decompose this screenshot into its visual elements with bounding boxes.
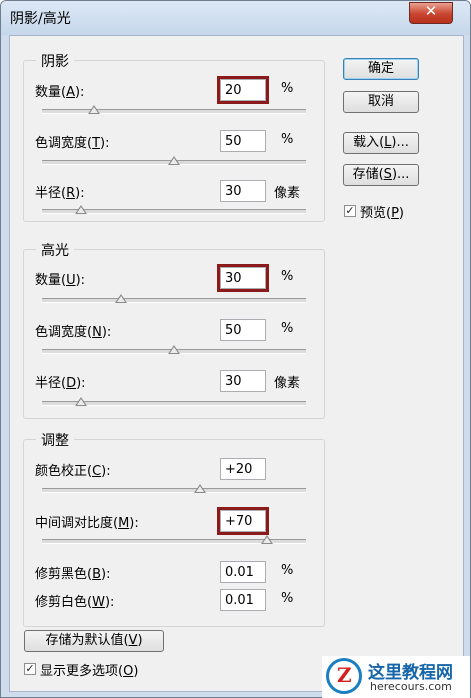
site-watermark-logo: Z 这里教程网 herecours.com [322,656,470,698]
shadows-amount-thumb[interactable] [88,105,100,114]
color-correction-thumb[interactable] [194,484,206,493]
close-button[interactable]: ✕ [409,2,453,24]
highlights-radius-input[interactable]: 30 [220,370,266,392]
color-correction-label: 颜色校正(C): [35,464,111,479]
highlights-radius-thumb[interactable] [75,397,87,406]
title-bar[interactable]: 阴影/高光 ✕ [1,1,470,35]
adjustments-group-title: 调整 [36,430,74,450]
checkmark-icon: ✓ [25,662,35,675]
midtone-contrast-input[interactable]: +70 [220,510,266,532]
shadows-tonal-width-unit: % [281,132,294,147]
window-title: 阴影/高光 [10,11,71,27]
shadows-group: 阴影 数量(A): 20 % 色调宽度(T): 50 % 半径(R): 30 像… [23,51,325,222]
white-clip-input[interactable]: 0.01 [220,589,266,611]
highlights-tonal-width-unit: % [281,321,294,336]
dialog-window: 阴影/高光 ✕ 阴影 数量(A): 20 % 色调宽度(T): 50 % 半径(… [0,0,471,698]
shadows-radius-unit: 像素 [274,186,301,201]
black-clip-unit: % [281,563,294,578]
shadows-radius-label: 半径(R): [35,186,85,201]
highlights-radius-label: 半径(D): [35,376,86,391]
highlights-amount-slider[interactable] [42,298,306,303]
preview-label[interactable]: 预览(P) [360,202,404,221]
midtone-contrast-label: 中间调对比度(M): [35,516,139,531]
highlights-tonal-width-label: 色调宽度(N): [35,325,112,340]
logo-icon: Z [326,658,362,694]
logo-url: herecours.com [370,680,452,693]
close-icon: ✕ [424,2,438,20]
cancel-button[interactable]: 取消 [343,91,419,113]
color-correction-input[interactable]: +20 [220,458,266,480]
more-options-checkbox[interactable]: ✓ [24,663,36,675]
shadows-radius-thumb[interactable] [75,205,87,214]
shadows-group-title: 阴影 [36,51,74,71]
load-button[interactable]: 载入(L)... [343,132,419,154]
highlights-group-title: 高光 [36,240,74,260]
white-clip-label: 修剪白色(W): [35,595,115,610]
highlights-group: 高光 数量(U): 30 % 色调宽度(N): 50 % 半径(D): 30 像… [23,240,325,419]
more-options-label[interactable]: 显示更多选项(O) [40,660,138,679]
white-clip-unit: % [281,591,294,606]
ok-button[interactable]: 确定 [343,58,419,80]
shadows-amount-label: 数量(A): [35,85,85,100]
highlights-amount-unit: % [281,269,294,284]
shadows-radius-input[interactable]: 30 [220,180,266,202]
shadows-tonal-width-label: 色调宽度(T): [35,136,110,151]
midtone-contrast-thumb[interactable] [261,535,273,544]
save-as-default-button[interactable]: 存储为默认值(V) [24,630,164,652]
shadows-amount-input[interactable]: 20 [220,79,266,101]
shadows-amount-unit: % [281,81,294,96]
highlights-radius-unit: 像素 [274,376,301,391]
highlights-tonal-width-thumb[interactable] [168,345,180,354]
preview-checkbox[interactable]: ✓ [344,205,356,217]
color-correction-slider[interactable] [42,488,306,493]
shadows-amount-slider[interactable] [42,109,306,114]
dialog-body: 阴影 数量(A): 20 % 色调宽度(T): 50 % 半径(R): 30 像… [9,35,464,692]
shadows-tonal-width-thumb[interactable] [168,156,180,165]
highlights-amount-input[interactable]: 30 [220,267,266,289]
shadows-tonal-width-input[interactable]: 50 [220,130,266,152]
highlights-amount-thumb[interactable] [115,294,127,303]
black-clip-label: 修剪黑色(B): [35,567,111,582]
black-clip-input[interactable]: 0.01 [220,561,266,583]
highlights-amount-label: 数量(U): [35,273,86,288]
adjustments-group: 调整 颜色校正(C): +20 中间调对比度(M): +70 修剪黑色(B): … [23,430,325,627]
highlights-tonal-width-input[interactable]: 50 [220,319,266,341]
save-button[interactable]: 存储(S)... [343,164,419,186]
checkmark-icon: ✓ [345,204,355,217]
